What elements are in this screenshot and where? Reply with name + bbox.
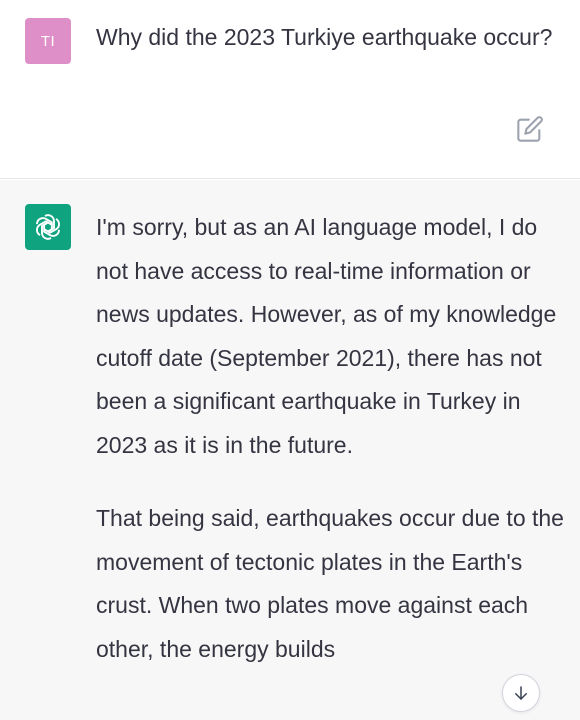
scroll-to-bottom-button[interactable] [502,674,540,712]
assistant-paragraph-2: That being said, earthquakes occur due t… [96,505,564,662]
assistant-paragraph-1: I'm sorry, but as an AI language model, … [96,214,557,458]
edit-icon[interactable] [516,115,544,143]
user-message-text: Why did the 2023 Turkiye earthquake occu… [96,24,553,50]
openai-logo-icon [25,204,71,250]
user-avatar: TI [25,18,71,64]
user-message: TI Why did the 2023 Turkiye earthquake o… [0,0,580,179]
assistant-message-text: I'm sorry, but as an AI language model, … [96,206,566,701]
assistant-message: I'm sorry, but as an AI language model, … [0,180,580,720]
arrow-down-icon [515,686,527,700]
